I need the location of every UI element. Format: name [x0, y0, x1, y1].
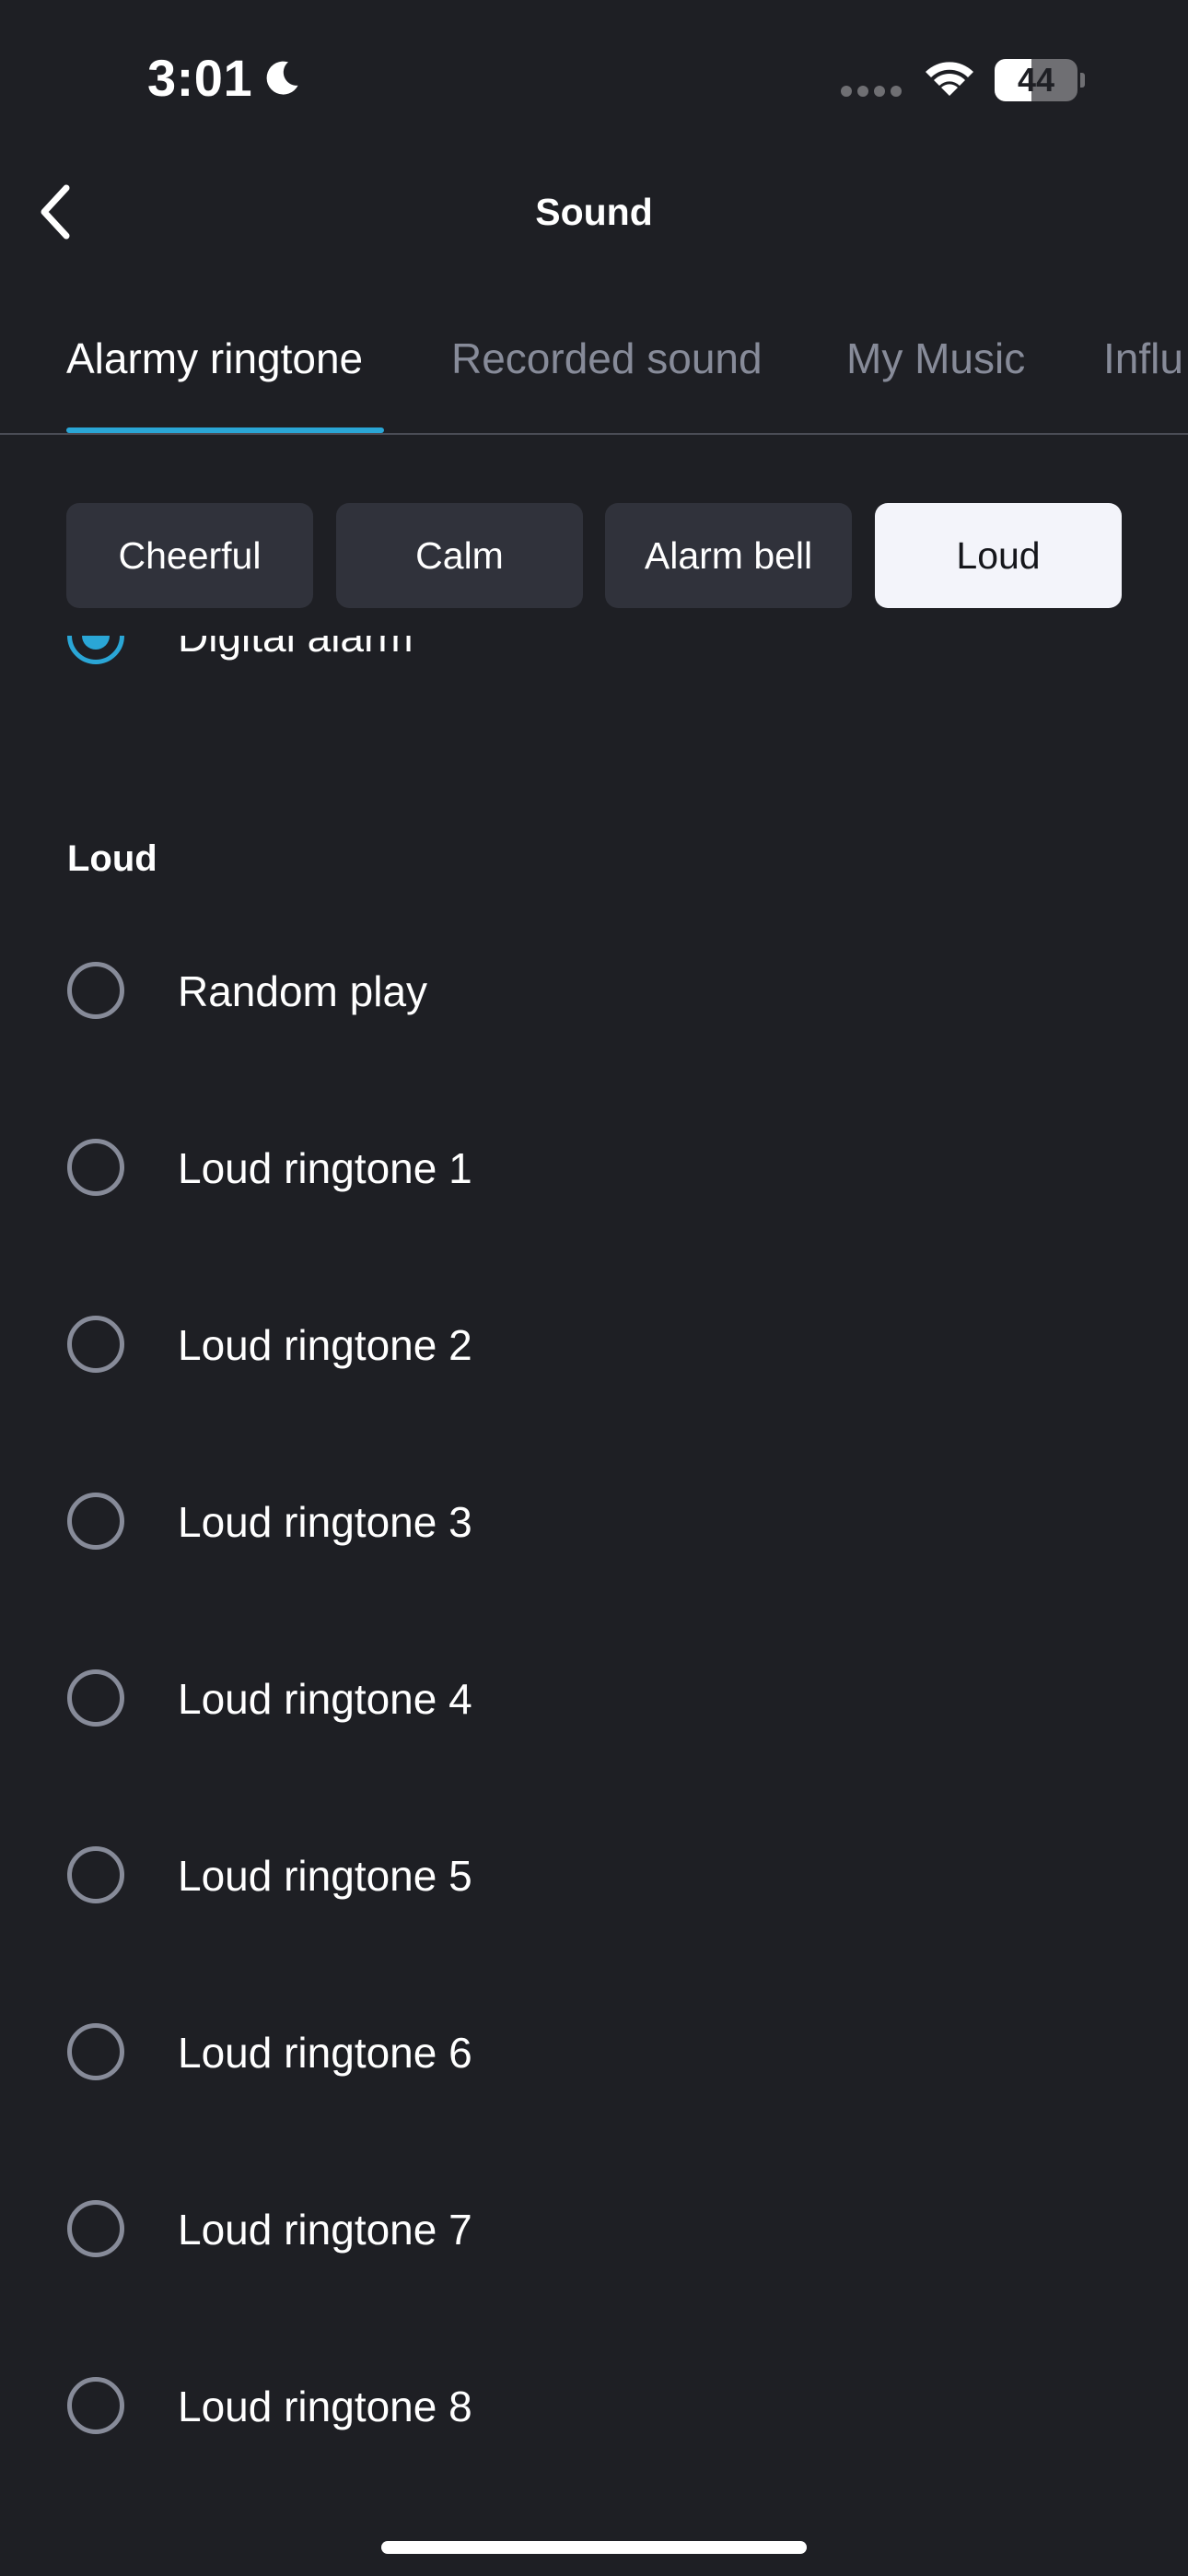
- cellular-signal-icon: [841, 86, 902, 97]
- tab-alarmy-ringtone[interactable]: Alarmy ringtone: [66, 334, 363, 383]
- list-item[interactable]: Random play: [0, 935, 1188, 1046]
- battery-nub: [1080, 73, 1085, 88]
- tab-recorded-sound[interactable]: Recorded sound: [451, 334, 763, 383]
- page-title: Sound: [535, 191, 653, 233]
- wifi-icon: [926, 62, 973, 96]
- radio-button[interactable]: [67, 1846, 124, 1903]
- item-label: Loud ringtone 8: [178, 2383, 472, 2430]
- list-item[interactable]: Loud ringtone 6: [0, 1996, 1188, 2107]
- chip-calm[interactable]: Calm: [336, 503, 583, 608]
- radio-button[interactable]: [67, 1493, 124, 1550]
- battery-icon: 44: [995, 59, 1077, 101]
- item-label: Loud ringtone 1: [178, 1144, 472, 1192]
- nav-header: Sound: [0, 157, 1188, 267]
- radio-button[interactable]: [67, 2200, 124, 2257]
- battery-level: 44: [1017, 61, 1055, 99]
- radio-button[interactable]: [67, 1139, 124, 1196]
- radio-button[interactable]: [67, 636, 124, 664]
- item-label: Digital alarm: [178, 636, 413, 661]
- item-label: Random play: [178, 967, 428, 1015]
- tab-bar: Alarmy ringtone Recorded sound My Music …: [0, 313, 1188, 435]
- chip-loud[interactable]: Loud: [875, 503, 1122, 608]
- item-label: Loud ringtone 2: [178, 1321, 472, 1369]
- radio-button[interactable]: [67, 1669, 124, 1727]
- list-item[interactable]: Loud ringtone 2: [0, 1289, 1188, 1399]
- radio-button[interactable]: [67, 2377, 124, 2434]
- radio-button[interactable]: [67, 2023, 124, 2080]
- battery-indicator: 44: [995, 59, 1085, 101]
- home-indicator: [381, 2541, 807, 2554]
- ringtone-list: Digital alarm Loud Random play Loud ring…: [0, 636, 1188, 2524]
- item-label: Loud ringtone 6: [178, 2029, 472, 2077]
- moon-icon: [266, 61, 298, 95]
- chip-cheerful[interactable]: Cheerful: [66, 503, 313, 608]
- list-item[interactable]: Loud ringtone 3: [0, 1466, 1188, 1576]
- item-label: Loud ringtone 4: [178, 1675, 472, 1723]
- time-label: 3:01: [147, 49, 253, 107]
- chip-alarm-bell[interactable]: Alarm bell: [605, 503, 852, 608]
- radio-button[interactable]: [67, 1316, 124, 1373]
- item-label: Loud ringtone 7: [178, 2206, 472, 2254]
- list-item-digital-alarm[interactable]: Digital alarm: [0, 636, 1188, 691]
- list-item[interactable]: Loud ringtone 4: [0, 1643, 1188, 1753]
- item-label: Loud ringtone 5: [178, 1852, 472, 1900]
- list-item[interactable]: Loud ringtone 1: [0, 1112, 1188, 1223]
- list-item[interactable]: Loud ringtone 7: [0, 2173, 1188, 2284]
- status-time: 3:01: [147, 48, 304, 108]
- tab-influencer[interactable]: Influ: [1103, 334, 1183, 383]
- item-label: Loud ringtone 3: [178, 1498, 472, 1546]
- status-bar: 3:01 44: [0, 0, 1188, 157]
- active-tab-indicator: [66, 427, 384, 433]
- list-item[interactable]: Loud ringtone 8: [0, 2350, 1188, 2461]
- radio-button[interactable]: [67, 962, 124, 1019]
- tab-my-music[interactable]: My Music: [846, 334, 1025, 383]
- list-item[interactable]: Loud ringtone 5: [0, 1820, 1188, 1930]
- section-title: Loud: [67, 838, 157, 879]
